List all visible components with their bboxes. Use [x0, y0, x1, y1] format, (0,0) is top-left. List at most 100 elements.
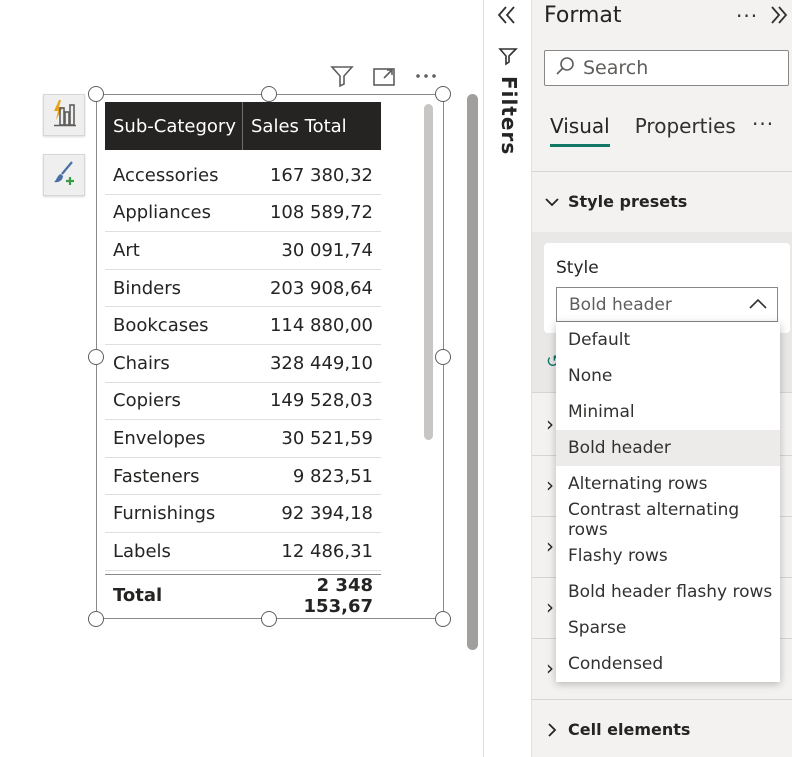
cell-sub-category: Furnishings [113, 503, 216, 525]
section-label: Style presets [568, 192, 688, 211]
cell-sales-total: 108 589,72 [269, 202, 373, 224]
section-style-presets[interactable]: Style presets [544, 192, 687, 211]
table-row[interactable]: Envelopes 30 521,59 [105, 420, 381, 458]
format-search-input[interactable]: Search [544, 50, 789, 86]
cell-sales-total: 30 521,59 [281, 427, 373, 449]
style-option[interactable]: Alternating rows [556, 466, 780, 502]
cell-sub-category: Labels [113, 540, 171, 562]
chevron-right-icon [544, 722, 560, 738]
resize-handle-top[interactable] [261, 86, 277, 102]
cell-sub-category: Accessories [113, 164, 219, 186]
format-pane-title: Format [544, 3, 622, 28]
search-placeholder: Search [583, 57, 649, 79]
style-option[interactable]: Condensed [556, 646, 780, 682]
column-header-sub-category[interactable]: Sub-Category [105, 102, 243, 150]
smart-visual-icon [50, 98, 78, 132]
chevron-right-icon[interactable]: › [546, 656, 554, 680]
chevron-right-icon[interactable]: › [546, 473, 554, 497]
resize-handle-top-left[interactable] [88, 86, 104, 102]
focus-mode-icon[interactable] [370, 62, 398, 90]
cell-sub-category: Binders [113, 277, 182, 299]
cell-sub-category: Appliances [113, 202, 211, 224]
table-row[interactable]: Chairs 328 449,10 [105, 345, 381, 383]
section-label: Cell elements [568, 720, 691, 739]
table-row[interactable]: Bookcases 114 880,00 [105, 307, 381, 345]
visual-header [328, 62, 440, 90]
table-row[interactable]: Art 30 091,74 [105, 232, 381, 270]
cell-sub-category: Envelopes [113, 427, 206, 449]
cell-sub-category: Art [113, 239, 140, 261]
table-row[interactable]: Fasteners 9 823,51 [105, 458, 381, 496]
format-visual-button[interactable] [43, 154, 85, 196]
table-total-row: Total 2 348 153,67 [105, 574, 381, 617]
table-row[interactable]: Binders 203 908,64 [105, 270, 381, 308]
resize-handle-left[interactable] [88, 349, 104, 365]
smart-visual-button[interactable] [43, 94, 85, 136]
table-row[interactable]: Accessories 167 380,32 [105, 157, 381, 195]
cell-sales-total: 149 528,03 [269, 390, 373, 412]
resize-handle-top-right[interactable] [435, 86, 451, 102]
style-option[interactable]: Default [556, 322, 780, 358]
cell-sub-category: Bookcases [113, 315, 209, 337]
column-header-sales-total[interactable]: Sales Total [243, 102, 381, 150]
style-selected-value: Bold header [569, 294, 672, 315]
cell-sales-total: 203 908,64 [269, 277, 373, 299]
style-option[interactable]: Contrast alternating rows [556, 500, 780, 540]
table-row[interactable]: Furnishings 92 394,18 [105, 495, 381, 533]
style-option[interactable]: None [556, 358, 780, 394]
style-option[interactable]: Flashy rows [556, 538, 780, 574]
resize-handle-bottom-right[interactable] [435, 611, 451, 627]
resize-handle-right[interactable] [435, 349, 451, 365]
double-chevron-left-icon[interactable] [494, 2, 520, 32]
table-header: Sub-Category Sales Total [105, 102, 381, 150]
cell-sub-category: Chairs [113, 352, 170, 374]
table-row[interactable]: Copiers 149 528,03 [105, 383, 381, 421]
double-chevron-right-icon[interactable] [768, 3, 790, 31]
cell-sales-total: 9 823,51 [292, 465, 373, 487]
total-label: Total [113, 585, 163, 606]
style-label: Style [556, 258, 599, 278]
format-brush-icon [50, 159, 78, 191]
chevron-down-icon [544, 194, 560, 210]
table-scrollbar[interactable] [424, 104, 433, 440]
cell-sub-category: Fasteners [113, 465, 200, 487]
tab-properties[interactable]: Properties [635, 114, 736, 138]
table-visual[interactable]: Sub-Category Sales Total Accessories 167 … [105, 102, 381, 571]
tabs-more-button[interactable]: ··· [752, 112, 774, 136]
style-options-list: Default None Minimal Bold header Alternating… [556, 322, 780, 682]
cell-sales-total: 114 880,00 [269, 315, 373, 337]
style-option[interactable]: Minimal [556, 394, 780, 430]
more-options-icon[interactable] [412, 62, 440, 90]
tab-visual[interactable]: Visual [550, 114, 610, 147]
chevron-up-icon [749, 295, 767, 315]
cell-sales-total: 328 449,10 [269, 352, 373, 374]
style-option[interactable]: Bold header [556, 430, 780, 466]
chevron-right-icon[interactable]: › [546, 412, 554, 436]
tabs-divider [532, 171, 792, 172]
format-more-button[interactable]: ··· [736, 4, 758, 28]
style-option[interactable]: Bold header flashy rows [556, 574, 780, 610]
total-value: 2 348 153,67 [303, 574, 373, 617]
canvas-scrollbar[interactable] [467, 94, 478, 650]
cell-sales-total: 92 394,18 [281, 503, 373, 525]
filter-icon[interactable] [328, 62, 356, 90]
cell-sales-total: 30 091,74 [281, 239, 373, 261]
table-body: Accessories 167 380,32 Appliances 108 589,7… [105, 157, 381, 571]
table-row[interactable]: Labels 12 486,31 [105, 533, 381, 571]
cell-sub-category: Copiers [113, 390, 181, 412]
divider [532, 699, 792, 700]
style-dropdown[interactable]: Bold header [556, 287, 778, 322]
filter-icon [498, 46, 518, 70]
chevron-right-icon[interactable]: › [546, 534, 554, 558]
table-row[interactable]: Appliances 108 589,72 [105, 195, 381, 233]
chevron-right-icon[interactable]: › [546, 595, 554, 619]
cell-sales-total: 167 380,32 [269, 164, 373, 186]
cell-sales-total: 12 486,31 [281, 540, 373, 562]
report-canvas: Sub-Category Sales Total Accessories 167 … [0, 0, 483, 757]
search-icon [555, 56, 575, 81]
resize-handle-bottom-left[interactable] [88, 611, 104, 627]
style-option[interactable]: Sparse [556, 610, 780, 646]
format-tabs: Visual Properties [550, 114, 736, 147]
section-cell-elements[interactable]: Cell elements [544, 720, 690, 739]
filters-label[interactable]: Filters [495, 76, 521, 156]
